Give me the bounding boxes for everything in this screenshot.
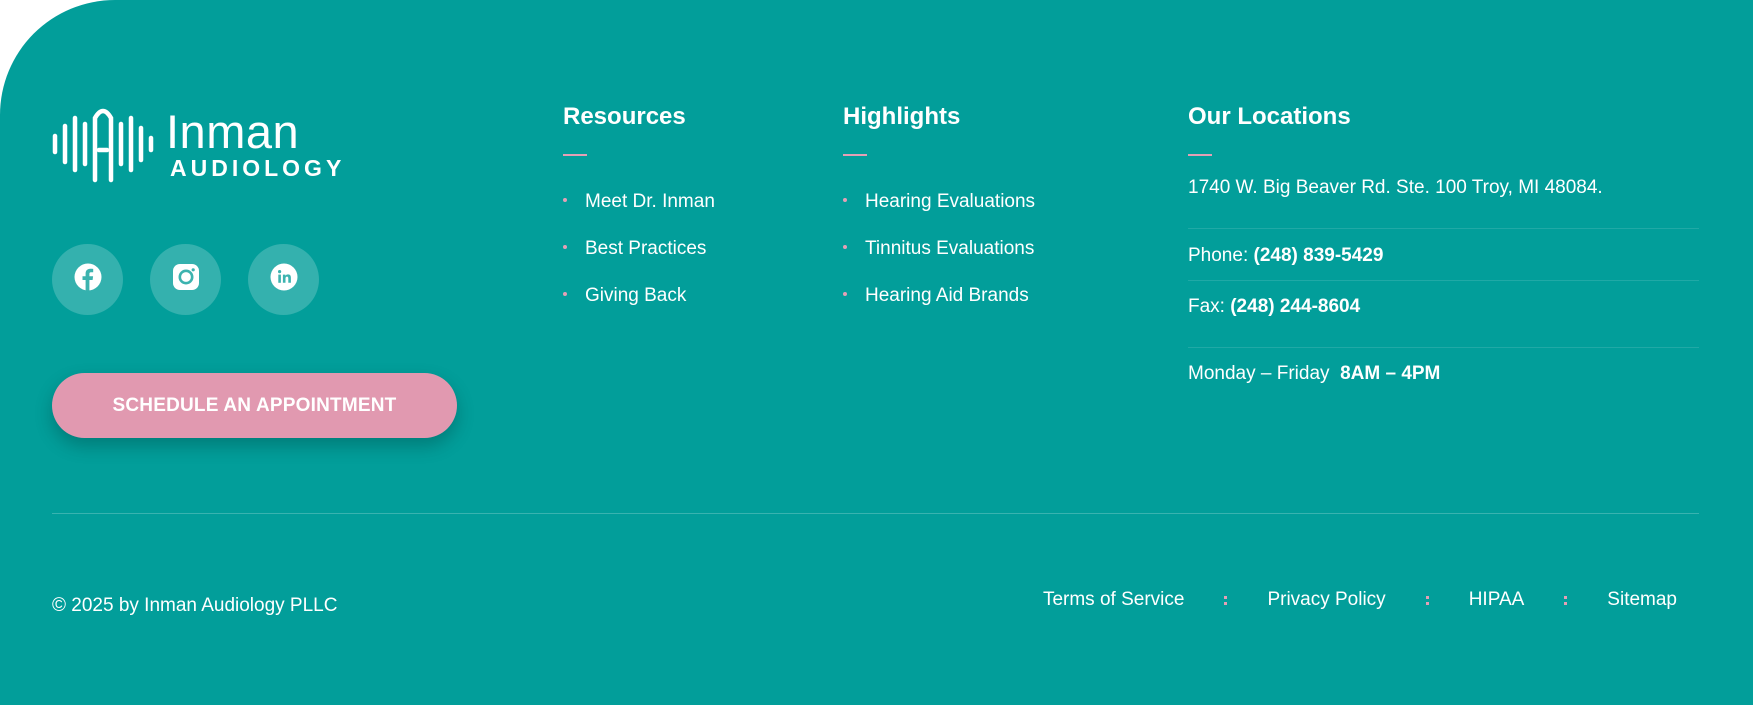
bullet-icon: [563, 244, 567, 249]
locations-heading: Our Locations: [1188, 103, 1351, 130]
phone-link[interactable]: (248) 839-5429: [1254, 244, 1384, 268]
heading-underline: [843, 154, 867, 156]
facebook-button[interactable]: [52, 244, 123, 315]
hearing-aid-brands-link[interactable]: Hearing Aid Brands: [865, 285, 1029, 307]
meet-dr-inman-link[interactable]: Meet Dr. Inman: [585, 191, 715, 213]
highlights-column: Highlights Hearing Evaluations Tinnitus …: [843, 102, 1035, 319]
separator-dots-icon: [1224, 595, 1228, 605]
heading-underline: [563, 154, 587, 156]
schedule-appointment-button[interactable]: SCHEDULE AN APPOINTMENT: [52, 373, 457, 438]
sitemap-link[interactable]: Sitemap: [1607, 589, 1677, 611]
separator-dots-icon: [1425, 595, 1429, 605]
brand-name: Inman: [166, 105, 300, 158]
hours-value: 8AM – 4PM: [1340, 363, 1441, 384]
list-item: Hearing Evaluations: [843, 178, 1035, 225]
resources-column: Resources Meet Dr. Inman Best Practices …: [563, 102, 715, 319]
list-item: Hearing Aid Brands: [843, 272, 1035, 319]
brand-logo[interactable]: Inman AUDIOLOGY: [52, 104, 345, 184]
resources-heading: Resources: [563, 103, 686, 130]
hearing-evaluations-link[interactable]: Hearing Evaluations: [865, 191, 1035, 213]
linkedin-icon: [270, 263, 298, 296]
giving-back-link[interactable]: Giving Back: [585, 285, 686, 307]
site-footer: Inman AUDIOLOGY SCHEDULE AN APPOINTMENT …: [0, 0, 1753, 705]
phone-label: Phone:: [1188, 244, 1249, 266]
resources-list: Meet Dr. Inman Best Practices Giving Bac…: [563, 178, 715, 319]
fax-number: (248) 244-8604: [1230, 296, 1361, 317]
terms-of-service-link[interactable]: Terms of Service: [1043, 589, 1184, 611]
sound-wave-icon: [52, 104, 154, 184]
instagram-button[interactable]: [150, 244, 221, 315]
bullet-icon: [843, 291, 847, 296]
linkedin-button[interactable]: [248, 244, 319, 315]
list-item: Tinnitus Evaluations: [843, 225, 1035, 272]
location-address[interactable]: 1740 W. Big Beaver Rd. Ste. 100 Troy, MI…: [1188, 176, 1699, 228]
brand-subtitle: AUDIOLOGY: [170, 155, 346, 181]
fax-label: Fax:: [1188, 296, 1225, 317]
privacy-policy-link[interactable]: Privacy Policy: [1267, 589, 1385, 611]
footer-divider: [52, 513, 1699, 514]
phone-row: Phone: (248) 839-5429: [1188, 229, 1699, 280]
social-links: [52, 244, 319, 315]
heading-underline: [1188, 154, 1212, 156]
list-item: Giving Back: [563, 272, 715, 319]
legal-links: Terms of Service Privacy Policy HIPAA Si…: [1043, 589, 1677, 611]
bullet-icon: [843, 244, 847, 249]
hours-label: Monday – Friday: [1188, 363, 1330, 384]
bullet-icon: [563, 291, 567, 296]
highlights-heading: Highlights: [843, 103, 961, 130]
hours-row: Monday – Friday 8AM – 4PM: [1188, 348, 1699, 400]
separator-dots-icon: [1564, 595, 1568, 605]
best-practices-link[interactable]: Best Practices: [585, 238, 706, 260]
instagram-icon: [172, 263, 200, 296]
tinnitus-evaluations-link[interactable]: Tinnitus Evaluations: [865, 238, 1034, 260]
bullet-icon: [563, 197, 567, 202]
fax-row: Fax: (248) 244-8604: [1188, 281, 1699, 347]
facebook-icon: [74, 263, 102, 296]
copyright-text: © 2025 by Inman Audiology PLLC: [52, 595, 338, 616]
locations-column: Our Locations 1740 W. Big Beaver Rd. Ste…: [1188, 102, 1699, 400]
highlights-list: Hearing Evaluations Tinnitus Evaluations…: [843, 178, 1035, 319]
list-item: Best Practices: [563, 225, 715, 272]
hipaa-link[interactable]: HIPAA: [1469, 589, 1525, 611]
bullet-icon: [843, 197, 847, 202]
list-item: Meet Dr. Inman: [563, 178, 715, 225]
